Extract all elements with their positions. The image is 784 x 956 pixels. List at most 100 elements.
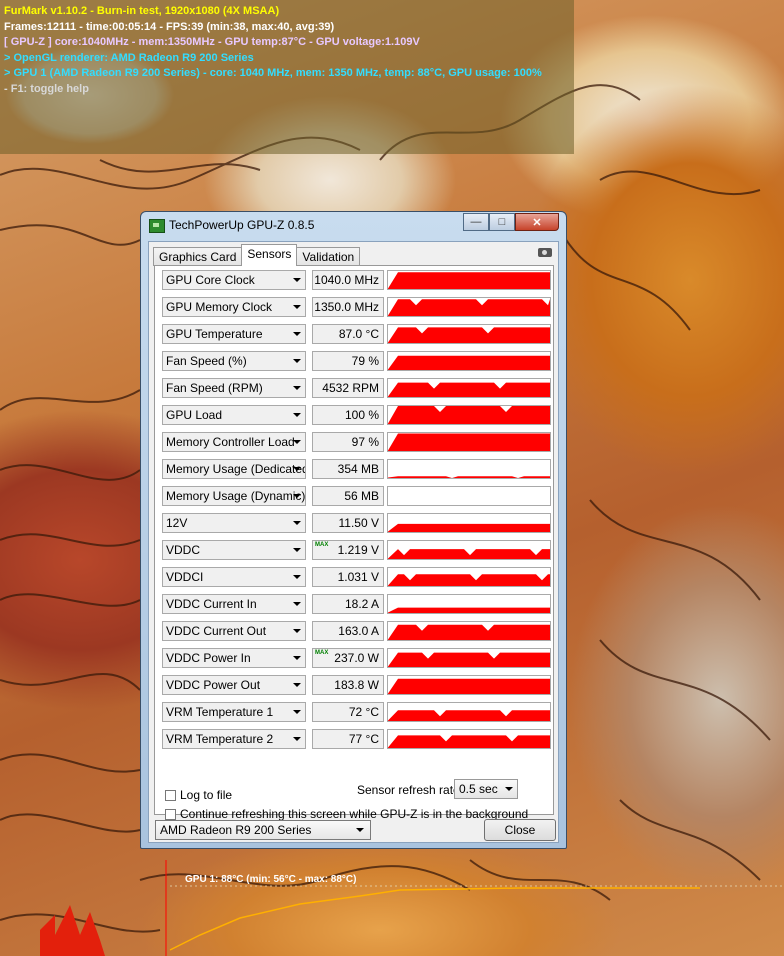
sensor-label: GPU Core Clock bbox=[166, 273, 255, 287]
log-to-file-label: Log to file bbox=[180, 788, 233, 802]
refresh-rate-select[interactable]: 0.5 sec bbox=[454, 779, 518, 799]
chevron-down-icon bbox=[293, 332, 301, 336]
chevron-down-icon bbox=[293, 494, 301, 498]
sensor-selector[interactable]: GPU Load bbox=[162, 405, 306, 425]
sensor-selector[interactable]: GPU Core Clock bbox=[162, 270, 306, 290]
chevron-down-icon bbox=[293, 305, 301, 309]
sensor-label: VDDC Power Out bbox=[166, 678, 261, 692]
sensor-selector[interactable]: Fan Speed (%) bbox=[162, 351, 306, 371]
title-bar[interactable]: TechPowerUp GPU-Z 0.8.5 — □ ✕ bbox=[141, 212, 566, 238]
continue-refresh-option[interactable]: Continue refreshing this screen while GP… bbox=[165, 807, 528, 821]
sensor-value-text: 87.0 °C bbox=[338, 327, 379, 341]
sensor-label: VDDC Current In bbox=[166, 597, 257, 611]
chevron-down-icon bbox=[293, 359, 301, 363]
sensor-label: VDDCI bbox=[166, 570, 204, 584]
sensor-selector[interactable]: VRM Temperature 2 bbox=[162, 729, 306, 749]
sensor-value-text: 11.50 V bbox=[338, 516, 379, 530]
sensor-label: Fan Speed (%) bbox=[166, 354, 247, 368]
sensor-graph-fill bbox=[388, 624, 550, 640]
maximize-button[interactable]: □ bbox=[489, 213, 515, 231]
sensor-graph bbox=[387, 594, 551, 614]
tab-sensors[interactable]: Sensors bbox=[241, 244, 298, 266]
sensor-selector[interactable]: Memory Controller Load bbox=[162, 432, 306, 452]
sensor-value-text: 97 % bbox=[351, 435, 379, 449]
sensor-selector[interactable]: VDDC Power Out bbox=[162, 675, 306, 695]
sensor-label: Memory Usage (Dedicated) bbox=[166, 462, 306, 476]
sensor-graph-fill bbox=[388, 523, 550, 532]
sensor-selector[interactable]: GPU Temperature bbox=[162, 324, 306, 344]
gpu-temp-graph-label: GPU 1: 88°C (min: 56°C - max: 88°C) bbox=[185, 874, 357, 885]
sensor-graph bbox=[387, 729, 551, 749]
sensor-value-text: 100 % bbox=[344, 408, 379, 422]
max-indicator: MAX bbox=[315, 542, 329, 548]
chevron-down-icon bbox=[293, 602, 301, 606]
sensor-value: 183.8 W bbox=[312, 675, 384, 695]
chevron-down-icon bbox=[293, 656, 301, 660]
furmark-title: FurMark v1.10.2 - Burn-in test, 1920x108… bbox=[4, 5, 280, 17]
sensor-value: 4532 RPM bbox=[312, 378, 384, 398]
sensor-value: 1350.0 MHz bbox=[312, 297, 384, 317]
furmark-hud: FurMark v1.10.2 - Burn-in test, 1920x108… bbox=[0, 0, 574, 154]
gpu-select[interactable]: AMD Radeon R9 200 Series bbox=[155, 820, 371, 840]
sensor-selector[interactable]: VDDC bbox=[162, 540, 306, 560]
sensor-label: VDDC bbox=[166, 543, 201, 557]
sensor-selector[interactable]: Fan Speed (RPM) bbox=[162, 378, 306, 398]
sensor-label: GPU Load bbox=[166, 408, 223, 422]
sensor-graph-fill bbox=[388, 574, 550, 586]
chevron-down-icon bbox=[293, 710, 301, 714]
close-window-button[interactable]: ✕ bbox=[515, 213, 559, 231]
sensor-graph bbox=[387, 351, 551, 371]
sensor-graph-fill bbox=[388, 382, 550, 397]
sensor-graph-fill bbox=[388, 607, 550, 613]
sensor-selector[interactable]: VDDC Current Out bbox=[162, 621, 306, 641]
sensor-value: 11.50 V bbox=[312, 513, 384, 533]
sensor-label: Fan Speed (RPM) bbox=[166, 381, 263, 395]
client-area: Graphics Card Sensors Validation GPU Cor… bbox=[148, 241, 559, 843]
sensor-value-text: 79 % bbox=[351, 354, 379, 368]
sensor-selector[interactable]: VDDC Power In bbox=[162, 648, 306, 668]
camera-icon[interactable] bbox=[538, 248, 552, 257]
sensor-graph bbox=[387, 567, 551, 587]
sensor-value-text: 1.219 V bbox=[337, 543, 379, 557]
chevron-down-icon bbox=[293, 575, 301, 579]
sensor-graph bbox=[387, 270, 551, 290]
log-to-file-option[interactable]: Log to file bbox=[165, 788, 232, 802]
minimize-button[interactable]: — bbox=[463, 213, 489, 231]
sensor-graph bbox=[387, 675, 551, 695]
sensor-selector[interactable]: 12V bbox=[162, 513, 306, 533]
sensor-value-text: 1040.0 MHz bbox=[314, 273, 379, 287]
tab-graphics-card[interactable]: Graphics Card bbox=[153, 247, 243, 266]
gpuz-app-icon bbox=[149, 219, 165, 233]
sensor-selector[interactable]: VDDC Current In bbox=[162, 594, 306, 614]
sensor-label: VRM Temperature 2 bbox=[166, 732, 274, 746]
sensor-selector[interactable]: Memory Usage (Dynamic) bbox=[162, 486, 306, 506]
furmark-frames: Frames:12111 - time:00:05:14 - FPS:39 (m… bbox=[4, 20, 335, 33]
sensor-value: 354 MB bbox=[312, 459, 384, 479]
sensor-label: GPU Temperature bbox=[166, 327, 263, 341]
sensor-value: 1040.0 MHz bbox=[312, 270, 384, 290]
chevron-down-icon bbox=[293, 548, 301, 552]
log-to-file-checkbox[interactable] bbox=[165, 789, 176, 801]
sensor-value-text: 1.031 V bbox=[337, 570, 379, 584]
max-indicator: MAX bbox=[315, 650, 329, 656]
close-button[interactable]: Close bbox=[484, 819, 556, 841]
sensor-graph bbox=[387, 513, 551, 533]
continue-refresh-checkbox[interactable] bbox=[165, 808, 176, 820]
furmark-gpu1: > GPU 1 (AMD Radeon R9 200 Series) - cor… bbox=[4, 67, 542, 80]
sensor-selector[interactable]: VRM Temperature 1 bbox=[162, 702, 306, 722]
sensor-value: 87.0 °C bbox=[312, 324, 384, 344]
sensor-graph bbox=[387, 486, 551, 506]
chevron-down-icon bbox=[293, 278, 301, 282]
sensor-graph-fill bbox=[388, 299, 550, 316]
sensor-value-text: 1350.0 MHz bbox=[314, 300, 379, 314]
sensor-value: MAX 1.219 V bbox=[312, 540, 384, 560]
sensor-selector[interactable]: VDDCI bbox=[162, 567, 306, 587]
sensor-graph-fill bbox=[388, 272, 550, 289]
sensor-selector[interactable]: Memory Usage (Dedicated) bbox=[162, 459, 306, 479]
sensor-graph bbox=[387, 405, 551, 425]
sensor-selector[interactable]: GPU Memory Clock bbox=[162, 297, 306, 317]
sensor-graph bbox=[387, 648, 551, 668]
tab-validation[interactable]: Validation bbox=[296, 247, 361, 266]
sensor-graph-fill bbox=[388, 735, 550, 748]
sensor-value: 163.0 A bbox=[312, 621, 384, 641]
